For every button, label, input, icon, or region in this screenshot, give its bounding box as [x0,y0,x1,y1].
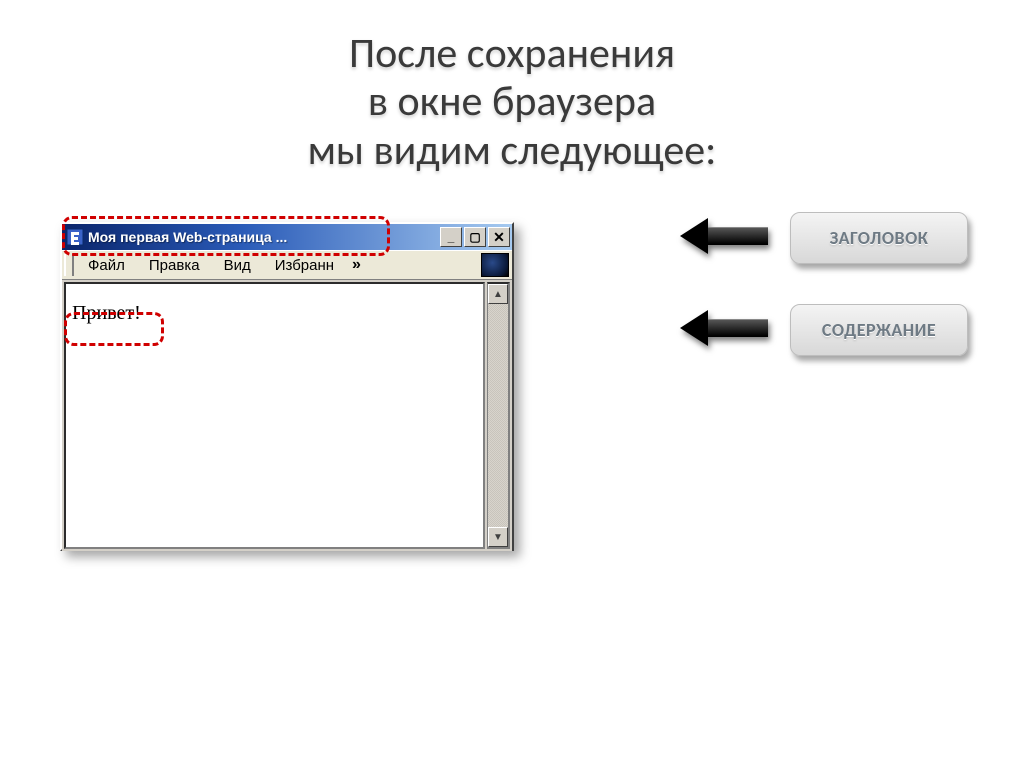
menu-view[interactable]: Вид [212,251,263,279]
chevron-up-icon: ▲ [493,289,503,300]
menu-file[interactable]: Файл [76,251,137,279]
scroll-down-button[interactable]: ▼ [488,527,508,547]
page-body-text: Привет! [72,302,141,325]
label-content: СОДЕРЖАНИЕ [790,304,968,356]
close-icon: ✕ [493,229,505,246]
label-title: ЗАГОЛОВОК [790,212,968,264]
close-button[interactable]: ✕ [488,227,510,247]
maximize-button[interactable]: ▢ [464,227,486,247]
chevron-more-icon: » [352,256,361,274]
ie-throbber [480,251,510,279]
menu-edit[interactable]: Правка [137,251,212,279]
chevron-down-icon: ▼ [493,532,503,543]
menu-favorites[interactable]: Избранн [263,251,346,279]
menu-overflow[interactable]: » [346,251,367,279]
heading-line-3: мы видим следующее: [0,127,1024,175]
window-buttons: _ ▢ ✕ [440,227,510,247]
heading-line-2: в окне браузера [0,78,1024,126]
viewport[interactable]: Привет! [64,282,485,549]
ie-icon [66,228,84,246]
scroll-track[interactable] [488,304,508,527]
arrow-left-icon [680,218,708,254]
heading-line-1: После сохранения [0,30,1024,78]
vertical-scrollbar[interactable]: ▲ ▼ [487,282,510,549]
toolbar-grip[interactable] [64,254,74,276]
titlebar[interactable]: Моя первая Web-страница ... _ ▢ ✕ [62,224,512,250]
minimize-button[interactable]: _ [440,227,462,247]
slide-heading: После сохранения в окне браузера мы види… [0,30,1024,175]
arrow-to-title [680,218,768,254]
arrow-to-content [680,310,768,346]
ie-logo-icon [481,253,509,277]
maximize-icon: ▢ [469,230,480,244]
slide: После сохранения в окне браузера мы види… [0,0,1024,768]
arrow-left-icon [680,310,708,346]
minimize-icon: _ [448,230,455,244]
scroll-up-button[interactable]: ▲ [488,284,508,304]
content-area: Привет! ▲ ▼ [62,280,512,551]
menubar: Файл Правка Вид Избранн » [62,250,512,280]
browser-window: Моя первая Web-страница ... _ ▢ ✕ Файл П… [60,222,514,551]
window-title: Моя первая Web-страница ... [88,229,436,245]
